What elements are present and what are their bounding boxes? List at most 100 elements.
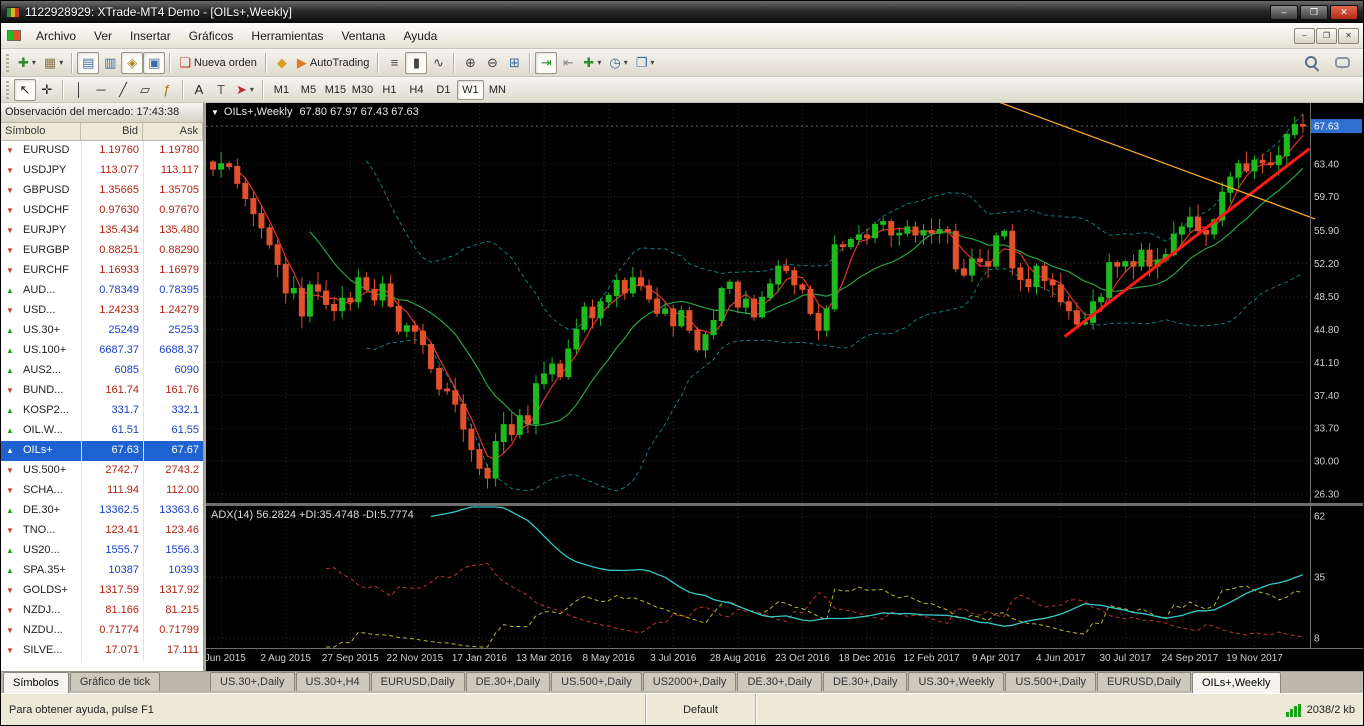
price-chart[interactable]: 7 Jun 2015 2 Aug 2015 27 Sep 2015 22 Nov 20… — [206, 103, 1363, 671]
timeframe-m15[interactable]: M15 — [322, 80, 349, 100]
market-watch-row[interactable]: ▲ SPA.35+ 10387 10393 — [1, 561, 203, 581]
templates-button[interactable]: ❐ ▾ — [632, 52, 659, 74]
market-watch-row[interactable]: ▲ DE.30+ 13362.5 13363.6 — [1, 501, 203, 521]
market-watch-row[interactable]: ▲ KOSP2... 331.7 332.1 — [1, 401, 203, 421]
market-watch-row[interactable]: ▼ EURGBP 0.88251 0.88290 — [1, 241, 203, 261]
timeframe-h4[interactable]: H4 — [403, 80, 430, 100]
chart-tab[interactable]: OILs+,Weekly — [1191, 672, 1281, 693]
status-profile[interactable]: Default — [646, 694, 756, 725]
periods-button[interactable]: ◷ ▾ — [605, 52, 631, 74]
menu-grficos[interactable]: Gráficos — [180, 26, 243, 46]
text-label-tool[interactable]: T — [210, 79, 232, 101]
navigator-toggle[interactable]: ◈ — [121, 51, 144, 74]
market-watch-tab-gr-fico-de-tick[interactable]: Gráfico de tick — [69, 672, 161, 691]
chart-tab[interactable]: US.30+,Daily — [210, 672, 295, 691]
chart-tab[interactable]: US2000+,Daily — [642, 672, 737, 691]
title-bar[interactable]: 1122928929: XTrade-MT4 Demo - [OILs+,Wee… — [1, 1, 1363, 23]
market-watch-row[interactable]: ▲ OILs+ 67.63 67.67 — [1, 441, 203, 461]
chart-tab[interactable]: DE.30+,Daily — [737, 672, 822, 691]
mdi-minimize-button[interactable]: – — [1294, 27, 1315, 44]
candlestick-button[interactable]: ▮ — [405, 51, 428, 74]
market-watch-row[interactable]: ▼ EURUSD 1.19760 1.19780 — [1, 141, 203, 161]
market-watch-row[interactable]: ▼ GBPUSD 1.35665 1.35705 — [1, 181, 203, 201]
horizontal-line-tool[interactable]: ─ — [90, 79, 112, 101]
data-window-toggle[interactable]: ▥ — [99, 52, 121, 74]
menu-archivo[interactable]: Archivo — [27, 26, 85, 46]
market-watch-row[interactable]: ▼ EURCHF 1.16933 1.16979 — [1, 261, 203, 281]
column-ask[interactable]: Ask — [143, 123, 203, 140]
market-watch-row[interactable]: ▼ GOLDS+ 1317.59 1317.92 — [1, 581, 203, 601]
indicators-button[interactable]: ✚ ▾ — [579, 52, 605, 74]
chart-shift-button[interactable]: ⇤ — [557, 52, 579, 74]
mdi-restore-button[interactable]: ❐ — [1316, 27, 1337, 44]
market-watch-row[interactable]: ▲ US.100+ 6687.37 6688.37 — [1, 341, 203, 361]
zoom-in-button[interactable]: ⊕ — [459, 52, 481, 74]
timeframe-m30[interactable]: M30 — [349, 80, 376, 100]
market-watch-row[interactable]: ▼ SILVE... 17.071 17.111 — [1, 641, 203, 661]
market-watch-row[interactable]: ▼ NZDJ... 81.166 81.215 — [1, 601, 203, 621]
tile-windows-button[interactable]: ⊞ — [503, 52, 525, 74]
market-watch-row[interactable]: ▼ NZDU... 0.71774 0.71799 — [1, 621, 203, 641]
menu-herramientas[interactable]: Herramientas — [242, 26, 332, 46]
timeframe-h1[interactable]: H1 — [376, 80, 403, 100]
chart-tab[interactable]: DE.30+,Daily — [822, 672, 908, 691]
arrows-tool[interactable]: ➤ ▾ — [232, 79, 258, 101]
vertical-line-tool[interactable]: │ — [68, 79, 90, 101]
market-watch-row[interactable]: ▼ BUND... 161.74 161.76 — [1, 381, 203, 401]
market-watch-row[interactable]: ▼ US.500+ 2742.7 2743.2 — [1, 461, 203, 481]
market-watch-row[interactable]: ▼ SCHA... 111.94 112.00 — [1, 481, 203, 501]
toolbar-grip[interactable] — [6, 53, 9, 72]
market-watch-row[interactable]: ▲ US20... 1555.7 1556.3 — [1, 541, 203, 561]
minimize-button[interactable]: – — [1270, 4, 1298, 20]
text-tool[interactable]: A — [188, 79, 210, 101]
timeframe-mn[interactable]: MN — [484, 80, 511, 100]
menu-ayuda[interactable]: Ayuda — [394, 26, 446, 46]
crosshair-tool[interactable]: ✛ — [36, 79, 58, 101]
column-symbol[interactable]: Símbolo — [1, 123, 81, 140]
market-watch-row[interactable]: ▼ EURJPY 135.434 135.480 — [1, 221, 203, 241]
new-order-button[interactable]: ❏ Nueva orden — [175, 52, 261, 74]
chart-tab[interactable]: EURUSD,Daily — [370, 672, 465, 691]
timeframe-d1[interactable]: D1 — [430, 80, 457, 100]
market-watch-toggle[interactable]: ▤ — [77, 51, 100, 74]
channel-tool[interactable]: ▱ — [134, 79, 156, 101]
trendline-tool[interactable]: ╱ — [112, 79, 134, 101]
chart-collapse-icon[interactable]: ▼ — [211, 108, 219, 117]
market-watch-row[interactable]: ▲ AUS2... 6085 6090 — [1, 361, 203, 381]
menu-insertar[interactable]: Insertar — [121, 26, 180, 46]
menu-ventana[interactable]: Ventana — [332, 26, 394, 46]
market-watch-row[interactable]: ▼ USDJPY 113.077 113.117 — [1, 161, 203, 181]
chart-area[interactable]: 7 Jun 2015 2 Aug 2015 27 Sep 2015 22 Nov 20… — [206, 103, 1363, 671]
market-watch-row[interactable]: ▲ AUD... 0.78349 0.78395 — [1, 281, 203, 301]
menu-ver[interactable]: Ver — [85, 26, 121, 46]
search-icon[interactable] — [1300, 52, 1323, 74]
column-bid[interactable]: Bid — [81, 123, 143, 140]
chart-tab[interactable]: US.500+,Daily — [551, 672, 642, 691]
zoom-out-button[interactable]: ⊖ — [481, 52, 503, 74]
fibonacci-tool[interactable]: ƒ — [156, 79, 178, 101]
timeframe-m1[interactable]: M1 — [268, 80, 295, 100]
toolbar-grip[interactable] — [6, 80, 9, 99]
maximize-button[interactable]: ❐ — [1300, 4, 1328, 20]
market-watch-column-header[interactable]: Símbolo Bid Ask — [1, 123, 203, 141]
chat-icon[interactable] — [1331, 52, 1354, 74]
profiles-button[interactable]: ▦ ▾ — [40, 52, 67, 74]
mdi-close-button[interactable]: ✕ — [1338, 27, 1359, 44]
line-chart-button[interactable]: ∿ — [427, 52, 449, 74]
autotrading-button[interactable]: ▶ AutoTrading — [293, 52, 374, 74]
chart-tab[interactable]: US.30+,H4 — [295, 672, 370, 691]
chart-tab[interactable]: DE.30+,Daily — [465, 672, 551, 691]
bar-chart-button[interactable]: ≡ — [383, 52, 405, 74]
close-button[interactable]: ✕ — [1330, 4, 1358, 20]
terminal-toggle[interactable]: ▣ — [143, 51, 166, 74]
metaeditor-button[interactable]: ◆ — [271, 52, 293, 74]
timeframe-w1[interactable]: W1 — [456, 79, 484, 100]
market-watch-row[interactable]: ▲ US.30+ 25249 25253 — [1, 321, 203, 341]
new-chart-button[interactable]: ✚ ▾ — [14, 52, 40, 74]
chart-tab[interactable]: US.500+,Daily — [1005, 672, 1097, 691]
market-watch-row[interactable]: ▼ USDCHF 0.97630 0.97670 — [1, 201, 203, 221]
market-watch-row[interactable]: ▲ OIL.W... 61.51 61.55 — [1, 421, 203, 441]
cursor-tool[interactable]: ↖ — [14, 78, 36, 101]
market-watch-tab-s-mbolos[interactable]: Símbolos — [3, 672, 69, 693]
chart-tab[interactable]: EURUSD,Daily — [1097, 672, 1191, 691]
